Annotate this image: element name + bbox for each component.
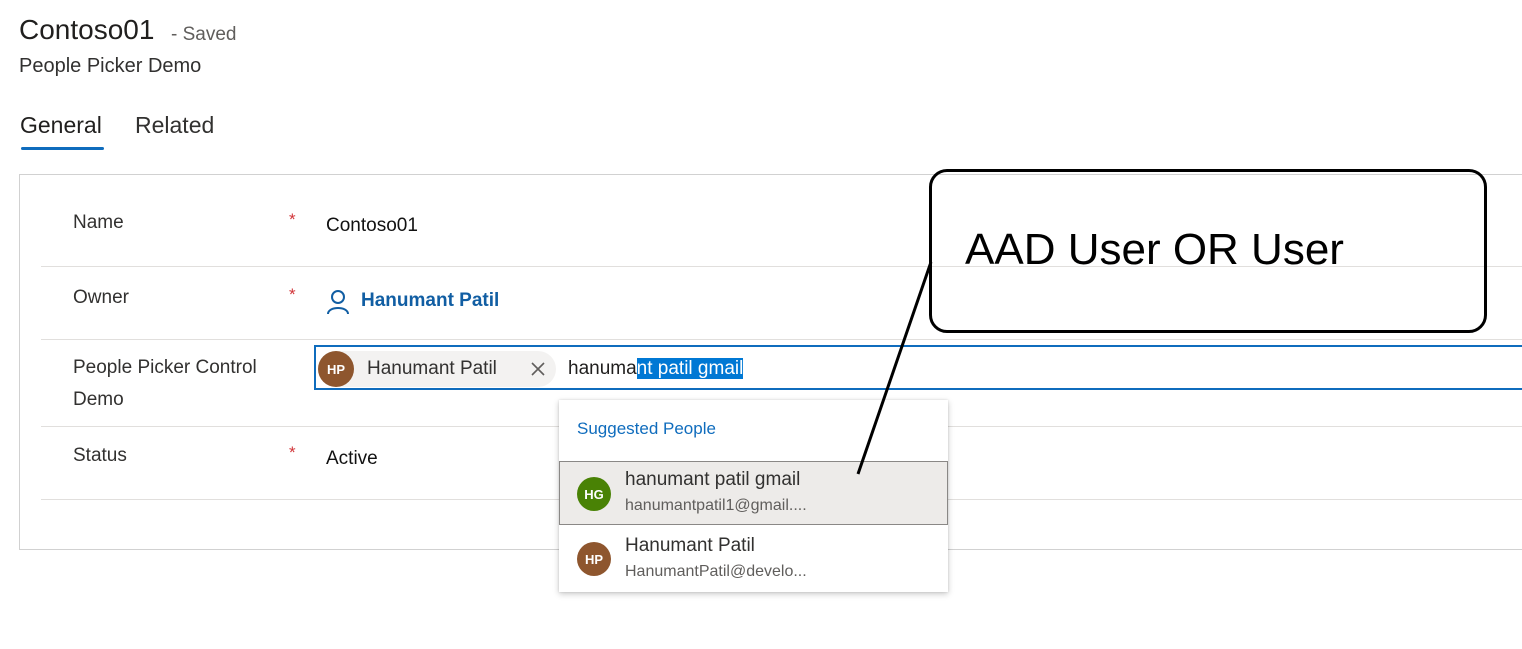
- callout-text: AAD User OR User: [965, 225, 1344, 274]
